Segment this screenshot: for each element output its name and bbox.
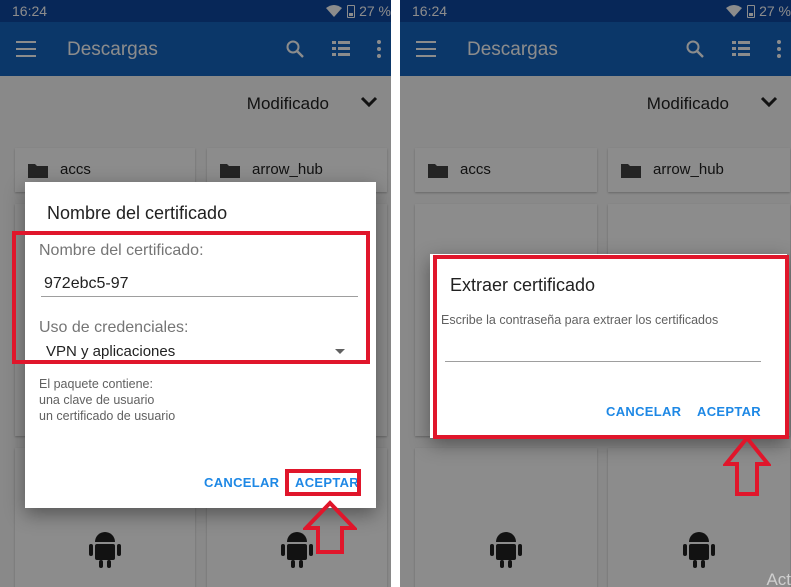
highlight-box-dialog [433, 255, 789, 439]
right-screen: 16:24 27 % Descargas Modificado accs arr… [400, 0, 791, 587]
dialog-title: Nombre del certificado [47, 203, 228, 223]
package-info: El paquete contiene: una clave de usuari… [39, 376, 175, 424]
info-line: El paquete contiene: [39, 377, 153, 391]
info-line: un certificado de usuario [39, 409, 176, 423]
cancel-button[interactable]: CANCELAR [204, 475, 279, 490]
left-screen: 16:24 27 % Descargas Modificado accs arr… [0, 0, 391, 587]
info-line: una clave de usuario [39, 393, 155, 407]
arrow-up-icon [723, 435, 771, 496]
arrow-up-icon [303, 500, 357, 554]
watermark-text: Act [766, 570, 791, 587]
highlight-box-fields [12, 231, 370, 364]
highlight-box-accept [285, 469, 361, 496]
